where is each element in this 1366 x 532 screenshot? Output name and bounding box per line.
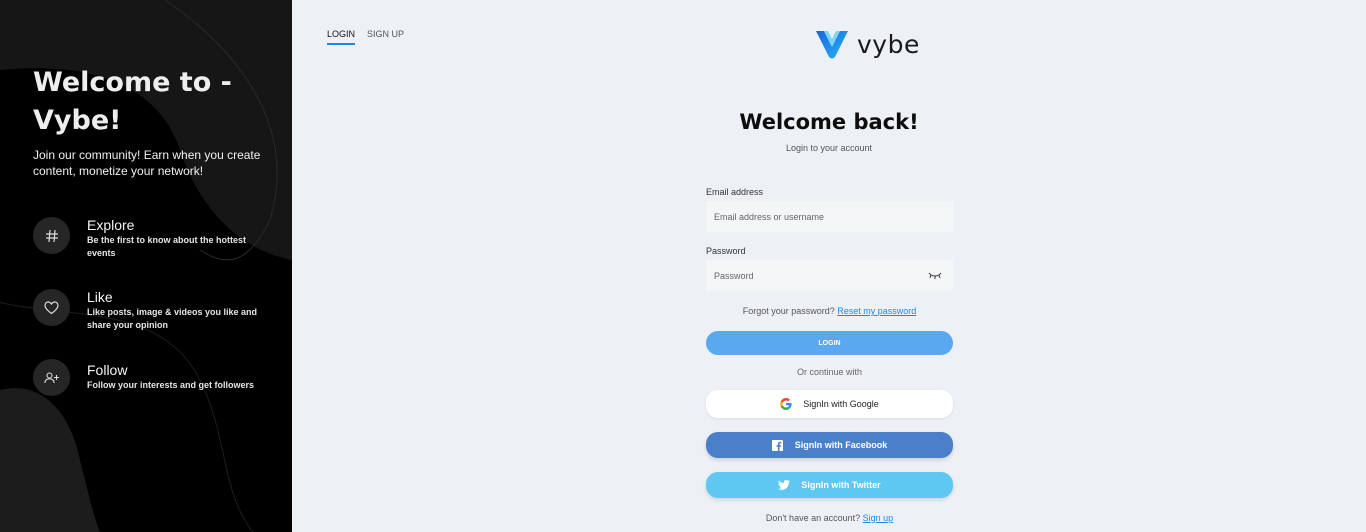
left-panel: Welcome to - Vybe! Join our community! E… xyxy=(0,0,292,532)
tab-signup[interactable]: SIGN UP xyxy=(367,29,404,45)
welcome-title: Welcome to - Vybe! xyxy=(33,67,232,136)
vybe-logo: vybe xyxy=(815,28,920,60)
signup-row: Don't have an account? Sign up xyxy=(706,513,953,523)
login-button[interactable]: LOGIN xyxy=(706,331,953,355)
reset-password-link[interactable]: Reset my password xyxy=(837,306,916,316)
welcome-subtitle: Join our community! Earn when you create… xyxy=(33,148,261,178)
facebook-icon xyxy=(772,439,784,451)
feature-title: Follow xyxy=(87,362,128,378)
password-label: Password xyxy=(706,246,746,256)
signup-link[interactable]: Sign up xyxy=(863,513,894,523)
feature-title: Like xyxy=(87,289,113,305)
google-icon xyxy=(780,398,792,410)
feature-description: Follow your interests and get followers xyxy=(87,380,255,390)
hide-password-icon[interactable] xyxy=(928,270,942,280)
feature-description: Be the first to know about the hottest e… xyxy=(87,235,246,258)
feature-like: Like Like posts, image & videos you like… xyxy=(33,289,283,330)
feature-explore: Explore Be the first to know about the h… xyxy=(33,217,283,258)
twitter-button-label: SignIn with Twitter xyxy=(801,480,881,490)
facebook-signin-button[interactable]: SignIn with Facebook xyxy=(706,432,953,458)
page-subtitle: Login to your account xyxy=(785,143,873,153)
password-field[interactable] xyxy=(706,260,953,291)
forgot-password-row: Forgot your password? Reset my password xyxy=(706,306,953,316)
add-user-icon xyxy=(33,359,70,396)
email-label: Email address xyxy=(706,187,764,197)
feature-follow: Follow Follow your interests and get fol… xyxy=(33,359,283,399)
hashtag-icon xyxy=(33,217,70,254)
vybe-logo-icon xyxy=(816,31,848,59)
forgot-password-text: Forgot your password? xyxy=(742,306,835,316)
no-account-text: Don't have an account? xyxy=(765,513,861,523)
twitter-icon xyxy=(778,479,791,491)
google-button-label: SignIn with Google xyxy=(803,399,879,409)
email-field[interactable] xyxy=(706,201,953,232)
twitter-signin-button[interactable]: SignIn with Twitter xyxy=(706,472,953,498)
tab-login[interactable]: LOGIN xyxy=(327,29,356,45)
page-title: Welcome back! xyxy=(739,110,919,134)
feature-title: Explore xyxy=(87,217,135,233)
continue-with-text: Or continue with xyxy=(796,367,863,377)
feature-description: Like posts, image & videos you like and … xyxy=(87,307,258,330)
heart-icon xyxy=(33,289,70,326)
logo-text: vybe xyxy=(857,29,920,59)
google-signin-button[interactable]: SignIn with Google xyxy=(706,390,953,418)
facebook-button-label: SignIn with Facebook xyxy=(794,440,888,450)
